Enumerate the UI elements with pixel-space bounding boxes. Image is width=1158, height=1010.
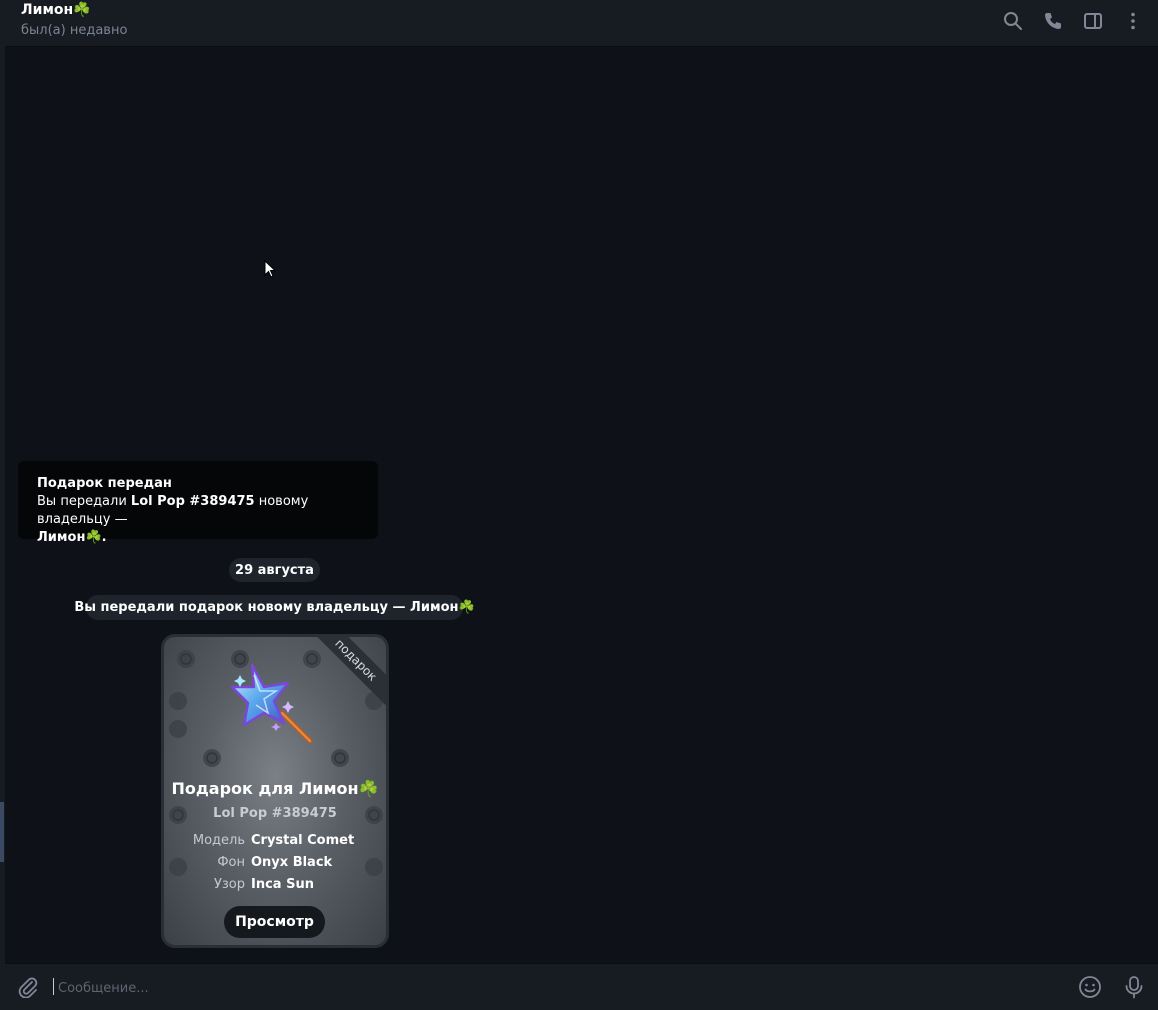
header-actions: [1002, 10, 1144, 32]
message-input[interactable]: [56, 973, 1060, 1003]
gift-transfer-title: Подарок передан: [37, 476, 172, 491]
gift-attribute-pattern: Узор Inca Sun: [164, 877, 386, 895]
gift-subtitle: Lol Pop #389475: [213, 806, 337, 821]
service-message: Вы передали подарок новому владельцу — Л…: [74, 595, 475, 620]
gift-name[interactable]: Lol Pop #389475: [131, 494, 255, 509]
gift-title: Подарок для Лимон☘️: [171, 779, 379, 798]
text-end: .: [101, 530, 107, 545]
view-gift-button[interactable]: Просмотр: [224, 906, 325, 938]
left-scroll-marker[interactable]: [0, 802, 4, 862]
attribute-value: Inca Sun: [251, 877, 314, 892]
chat-status: был(а) недавно: [21, 23, 128, 38]
text-prefix: Вы передали: [37, 494, 131, 509]
recipient-name[interactable]: Лимон☘️: [37, 530, 102, 545]
gift-card[interactable]: подарок Подарок для Лимон☘️ Lol Pop #389…: [161, 634, 389, 948]
chat-title[interactable]: Лимон☘️: [21, 2, 91, 18]
message-composer: [5, 963, 1158, 1010]
star-wand-icon: [230, 663, 313, 744]
emoji-icon[interactable]: [1078, 975, 1102, 999]
attribute-value: Onyx Black: [251, 855, 333, 870]
gift-transfer-recipient-line: Лимон☘️.: [37, 529, 359, 547]
phone-icon[interactable]: [1042, 10, 1064, 32]
text-caret: [53, 978, 54, 995]
attribute-key: Узор: [213, 877, 245, 892]
gift-transfer-text: Вы передали Lol Pop #389475 новому владе…: [37, 493, 359, 529]
mouse-cursor-icon: [264, 260, 276, 278]
sidebar-icon[interactable]: [1082, 10, 1104, 32]
attribute-value: Crystal Comet: [251, 833, 355, 848]
microphone-icon[interactable]: [1123, 975, 1145, 999]
attribute-key: Модель: [192, 833, 245, 848]
paperclip-icon[interactable]: [17, 976, 39, 998]
more-vertical-icon[interactable]: [1122, 10, 1144, 32]
attribute-key: Фон: [217, 855, 245, 870]
chat-header[interactable]: Лимон☘️ был(а) недавно: [5, 0, 1158, 47]
gift-attribute-model: Модель Crystal Comet: [164, 833, 386, 851]
gift-transfer-card[interactable]: Подарок передан Вы передали Lol Pop #389…: [18, 461, 378, 545]
date-separator: 29 августа: [229, 558, 320, 582]
chat-window: Лимон☘️ был(а) недавно Подарок передан В…: [0, 0, 1158, 1010]
search-icon[interactable]: [1002, 10, 1024, 32]
gift-attribute-background: Фон Onyx Black: [164, 855, 386, 873]
